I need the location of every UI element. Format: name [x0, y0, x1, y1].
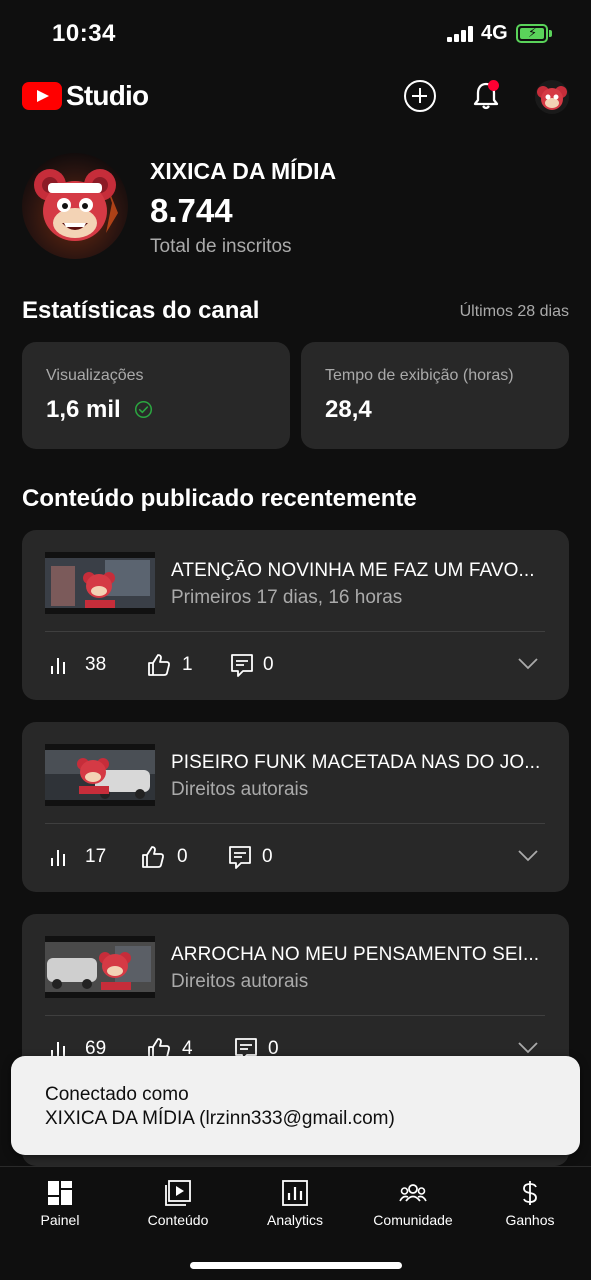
nav-label: Comunidade — [373, 1212, 453, 1228]
comment-icon — [229, 846, 251, 869]
comment-icon — [231, 654, 253, 677]
nav-item-analytics[interactable]: Analytics — [236, 1167, 354, 1237]
nav-label: Analytics — [266, 1212, 324, 1228]
video-status: Primeiros 17 dias, 16 horas — [171, 587, 403, 608]
likes-count: 1 — [182, 654, 193, 675]
recent-content-title: Conteúdo publicado recentemente — [22, 485, 417, 512]
stat-value: 28,4 — [325, 396, 372, 423]
video-card[interactable]: PISEIRO FUNK MACETADA NAS DO JO... Direi… — [22, 722, 569, 892]
nav-label: Ganhos — [505, 1212, 555, 1228]
nav-label: Conteúdo — [147, 1212, 209, 1228]
channel-name: XIXICA DA MÍDIA — [150, 158, 337, 184]
stat-value: 1,6 mil — [46, 396, 121, 423]
stat-card-watch-time[interactable]: Tempo de exibição (horas) 28,4 — [301, 342, 569, 449]
video-status: Direitos autorais — [171, 779, 309, 800]
divider — [45, 1015, 545, 1016]
like-icon — [148, 654, 170, 676]
nav-item-content[interactable]: Conteúdo — [119, 1167, 237, 1237]
video-status: Direitos autorais — [171, 971, 309, 992]
likes-count: 0 — [177, 846, 188, 867]
earnings-icon — [523, 1181, 537, 1205]
youtube-logo-icon[interactable] — [22, 82, 62, 110]
views-icon — [51, 658, 65, 674]
create-button[interactable] — [402, 78, 438, 114]
app-header: Studio — [0, 68, 591, 126]
channel-avatar[interactable] — [22, 153, 128, 259]
battery-icon: ⚡ — [516, 24, 548, 43]
account-avatar[interactable] — [535, 80, 569, 114]
notification-badge — [488, 80, 499, 91]
plus-icon — [404, 80, 436, 112]
like-icon — [142, 846, 164, 868]
video-thumbnail[interactable] — [45, 552, 155, 614]
chevron-down-icon[interactable] — [518, 658, 538, 670]
analytics-icon — [282, 1180, 308, 1206]
nav-item-earnings[interactable]: Ganhos — [471, 1167, 589, 1237]
stats-title: Estatísticas do canal — [22, 297, 260, 324]
stat-label: Visualizações — [46, 367, 144, 384]
subscriber-count: 8.744 — [150, 192, 233, 229]
toast-account: XIXICA DA MÍDIA (lrzinn333@gmail.com) — [45, 1108, 395, 1129]
nav-label: Painel — [40, 1212, 80, 1228]
studio-wordmark[interactable]: Studio — [66, 80, 149, 112]
video-thumbnail[interactable] — [45, 936, 155, 998]
home-indicator — [190, 1262, 402, 1269]
divider — [45, 823, 545, 824]
video-title[interactable]: PISEIRO FUNK MACETADA NAS DO JO... — [171, 752, 547, 774]
chevron-down-icon[interactable] — [518, 1042, 538, 1054]
nav-item-community[interactable]: Comunidade — [354, 1167, 472, 1237]
subscriber-label: Total de inscritos — [150, 236, 292, 257]
stats-period: Últimos 28 dias — [459, 303, 569, 320]
divider — [45, 631, 545, 632]
status-time: 10:34 — [52, 20, 116, 47]
signal-icon — [447, 26, 475, 42]
views-count: 38 — [85, 654, 107, 675]
video-card[interactable]: ATENÇÃO NOVINHA ME FAZ UM FAVO... Primei… — [22, 530, 569, 700]
battery-tip — [549, 30, 552, 37]
video-title[interactable]: ARROCHA NO MEU PENSAMENTO SEI... — [171, 944, 547, 966]
community-icon — [399, 1184, 427, 1202]
views-icon — [51, 850, 65, 866]
views-count: 17 — [85, 846, 107, 867]
stat-label: Tempo de exibição (horas) — [325, 367, 514, 384]
comments-count: 0 — [263, 654, 274, 675]
chevron-down-icon[interactable] — [518, 850, 538, 862]
dashboard-icon — [48, 1181, 72, 1205]
status-bar: 10:34 4G ⚡ — [0, 0, 591, 68]
video-thumbnail[interactable] — [45, 744, 155, 806]
network-type: 4G — [481, 22, 508, 44]
video-title[interactable]: ATENÇÃO NOVINHA ME FAZ UM FAVO... — [171, 560, 547, 582]
stat-card-views[interactable]: Visualizações 1,6 mil — [22, 342, 290, 449]
toast-title: Conectado como — [45, 1084, 189, 1105]
check-circle-icon — [134, 400, 153, 419]
comments-count: 0 — [262, 846, 273, 867]
content-icon — [165, 1180, 191, 1206]
signed-in-toast: Conectado como XIXICA DA MÍDIA (lrzinn33… — [11, 1056, 580, 1155]
nav-item-dashboard[interactable]: Painel — [1, 1167, 119, 1237]
